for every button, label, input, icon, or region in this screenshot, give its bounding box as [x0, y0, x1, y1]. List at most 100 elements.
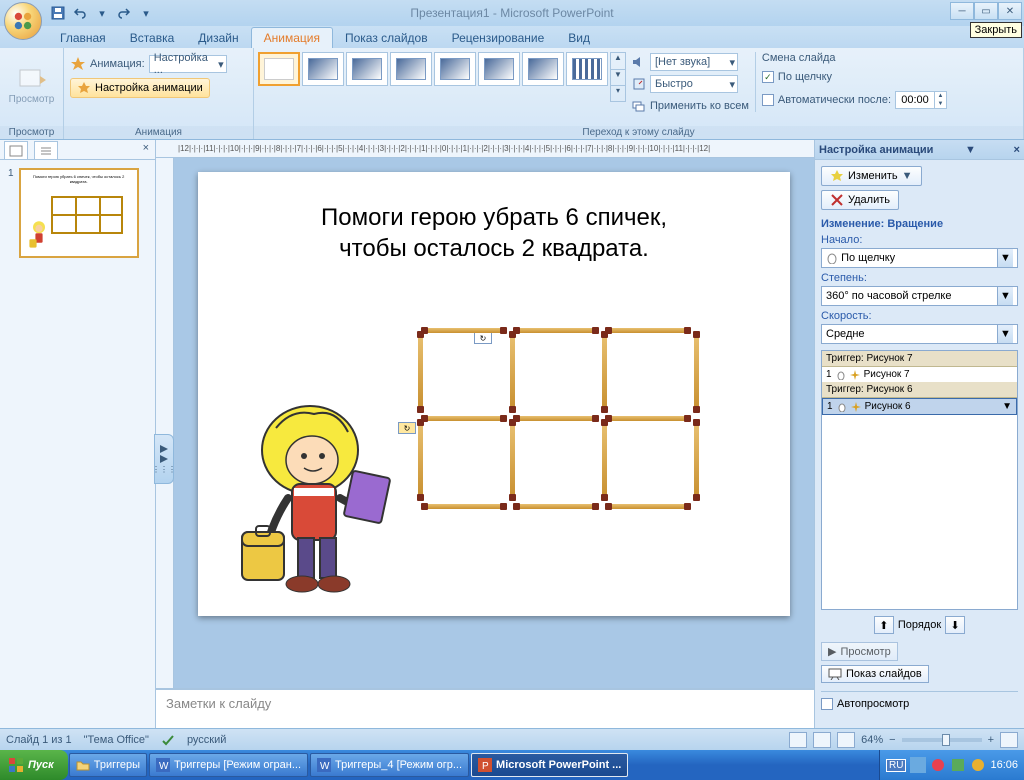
- transition-5[interactable]: [478, 52, 520, 86]
- transition-6[interactable]: [522, 52, 564, 86]
- autopreview-checkbox[interactable]: [821, 698, 833, 710]
- tab-review[interactable]: Рецензирование: [440, 28, 557, 48]
- view-normal[interactable]: [789, 732, 807, 748]
- notes-pane[interactable]: Заметки к слайду: [156, 688, 814, 728]
- editor-area: ⋮⋮⋮ |12|·|·|·|11|·|·|·|10|·|·|·|9|·|·|·|…: [156, 140, 814, 728]
- fit-button[interactable]: [1000, 732, 1018, 748]
- lang-indicator[interactable]: RU: [886, 759, 906, 772]
- trigger-header-1: Триггер: Рисунок 7: [822, 351, 1017, 367]
- zoom-in[interactable]: +: [988, 734, 994, 746]
- transition-2[interactable]: [346, 52, 388, 86]
- folder-icon: [76, 759, 90, 771]
- tray-icon-2[interactable]: [930, 757, 946, 773]
- task-item-4[interactable]: PMicrosoft PowerPoint ...: [471, 753, 628, 777]
- tab-view[interactable]: Вид: [556, 28, 602, 48]
- panel-close[interactable]: ×: [137, 140, 155, 159]
- anim-item-2[interactable]: 1 Рисунок 6 ▼: [822, 398, 1017, 415]
- qat-customize-icon[interactable]: ▾: [136, 3, 156, 23]
- svg-text:W: W: [320, 761, 330, 772]
- maximize-button[interactable]: ▭: [974, 2, 998, 20]
- close-button[interactable]: ✕: [998, 2, 1022, 20]
- zoom-out[interactable]: −: [889, 734, 895, 746]
- effect-name: Изменение: Вращение: [821, 218, 1018, 230]
- undo-icon[interactable]: [70, 3, 90, 23]
- apply-all-button[interactable]: Применить ко всем: [632, 96, 749, 116]
- tab-animation[interactable]: Анимация: [251, 27, 333, 48]
- remove-effect-button[interactable]: Удалить: [821, 190, 899, 210]
- undo-dropdown-icon[interactable]: ▾: [92, 3, 112, 23]
- gallery-down[interactable]: ▼: [611, 69, 625, 85]
- clock[interactable]: 16:06: [990, 759, 1018, 771]
- sound-icon: [632, 55, 646, 69]
- task-item-2[interactable]: WТриггеры [Режим огран...: [149, 753, 308, 777]
- slideshow-button[interactable]: Показ слайдов: [821, 665, 929, 683]
- slide-thumbnail-1[interactable]: Помоги герою убрать 6 спичек, чтобы оста…: [19, 168, 139, 258]
- animation-list: Триггер: Рисунок 7 1 Рисунок 7 Триггер: …: [821, 350, 1018, 610]
- trigger-header-2: Триггер: Рисунок 6: [822, 382, 1017, 398]
- status-lang[interactable]: русский: [187, 734, 226, 746]
- anim-item-1[interactable]: 1 Рисунок 7: [822, 367, 1017, 382]
- tray-icon-3[interactable]: [950, 757, 966, 773]
- start-combo[interactable]: По щелчку▼: [821, 248, 1018, 268]
- redo-icon[interactable]: [114, 3, 134, 23]
- gallery-up[interactable]: ▲: [611, 53, 625, 69]
- transition-3[interactable]: [390, 52, 432, 86]
- slide-title-text: Помоги герою убрать 6 спичек, чтобы оста…: [198, 172, 790, 264]
- transition-7[interactable]: [566, 52, 608, 86]
- ribbon: Просмотр Просмотр Анимация: Настройка ..…: [0, 48, 1024, 140]
- remove-icon: [830, 193, 844, 207]
- play-button[interactable]: ▶ Просмотр: [821, 642, 898, 661]
- powerpoint-icon: P: [478, 758, 492, 772]
- change-effect-button[interactable]: Изменить▼: [821, 166, 922, 186]
- taskpane-menu[interactable]: ▼: [965, 144, 976, 156]
- outline-tab[interactable]: [34, 141, 58, 159]
- tray-icon-1[interactable]: [910, 757, 926, 773]
- on-click-checkbox[interactable]: ✓: [762, 71, 774, 83]
- tab-design[interactable]: Дизайн: [186, 28, 250, 48]
- tab-insert[interactable]: Вставка: [118, 28, 187, 48]
- view-sorter[interactable]: [813, 732, 831, 748]
- close-tooltip: Закрыть: [970, 22, 1022, 38]
- group-transition: Переход к этому слайду: [254, 126, 1023, 139]
- preview-button[interactable]: Просмотр: [4, 52, 59, 118]
- minimize-button[interactable]: ─: [950, 2, 974, 20]
- move-up-button[interactable]: ⬆: [874, 616, 894, 634]
- mouse-small-icon: [837, 402, 847, 412]
- speed-combo-pane[interactable]: Средне▼: [821, 324, 1018, 344]
- custom-animation-button[interactable]: Настройка анимации: [70, 78, 210, 98]
- sound-combo[interactable]: [Нет звука]▾: [650, 53, 738, 71]
- amount-combo[interactable]: 360° по часовой стрелке▼: [821, 286, 1018, 306]
- horizontal-ruler: |12|·|·|·|11|·|·|·|10|·|·|·|9|·|·|·|8|·|…: [156, 140, 814, 158]
- view-slideshow[interactable]: [837, 732, 855, 748]
- transition-none[interactable]: [258, 52, 300, 86]
- animation-combo[interactable]: Настройка ...▾: [149, 55, 227, 73]
- slides-tab[interactable]: [4, 141, 28, 159]
- task-item-3[interactable]: WТриггеры_4 [Режим огр...: [310, 753, 469, 777]
- start-button[interactable]: Пуск: [0, 750, 68, 780]
- slide-canvas[interactable]: Помоги герою убрать 6 спичек, чтобы оста…: [198, 172, 790, 616]
- status-slide: Слайд 1 из 1: [6, 734, 72, 746]
- gallery-more[interactable]: ▾: [611, 85, 625, 101]
- auto-time-spinner[interactable]: ▲▼: [895, 91, 947, 109]
- tab-home[interactable]: Главная: [48, 28, 118, 48]
- transition-1[interactable]: [302, 52, 344, 86]
- tab-slideshow[interactable]: Показ слайдов: [333, 28, 440, 48]
- preview-icon: [18, 66, 46, 94]
- move-down-button[interactable]: ⬇: [945, 616, 965, 634]
- windows-taskbar: Пуск Триггеры WТриггеры [Режим огран... …: [0, 750, 1024, 780]
- spell-icon[interactable]: [161, 733, 175, 747]
- auto-after-checkbox[interactable]: [762, 94, 774, 106]
- item-menu[interactable]: ▼: [1002, 401, 1012, 412]
- word-icon: W: [317, 758, 331, 772]
- panel-expand[interactable]: ⋮⋮⋮: [154, 434, 174, 484]
- zoom-slider[interactable]: [902, 738, 982, 742]
- word-icon: W: [156, 758, 170, 772]
- transition-4[interactable]: [434, 52, 476, 86]
- speed-combo[interactable]: Быстро▾: [650, 75, 738, 93]
- task-item-1[interactable]: Триггеры: [69, 753, 147, 777]
- taskpane-close[interactable]: ×: [1014, 144, 1020, 156]
- animate-icon: [70, 56, 86, 72]
- tray-icon-4[interactable]: [970, 757, 986, 773]
- office-button[interactable]: [4, 2, 42, 40]
- save-icon[interactable]: [48, 3, 68, 23]
